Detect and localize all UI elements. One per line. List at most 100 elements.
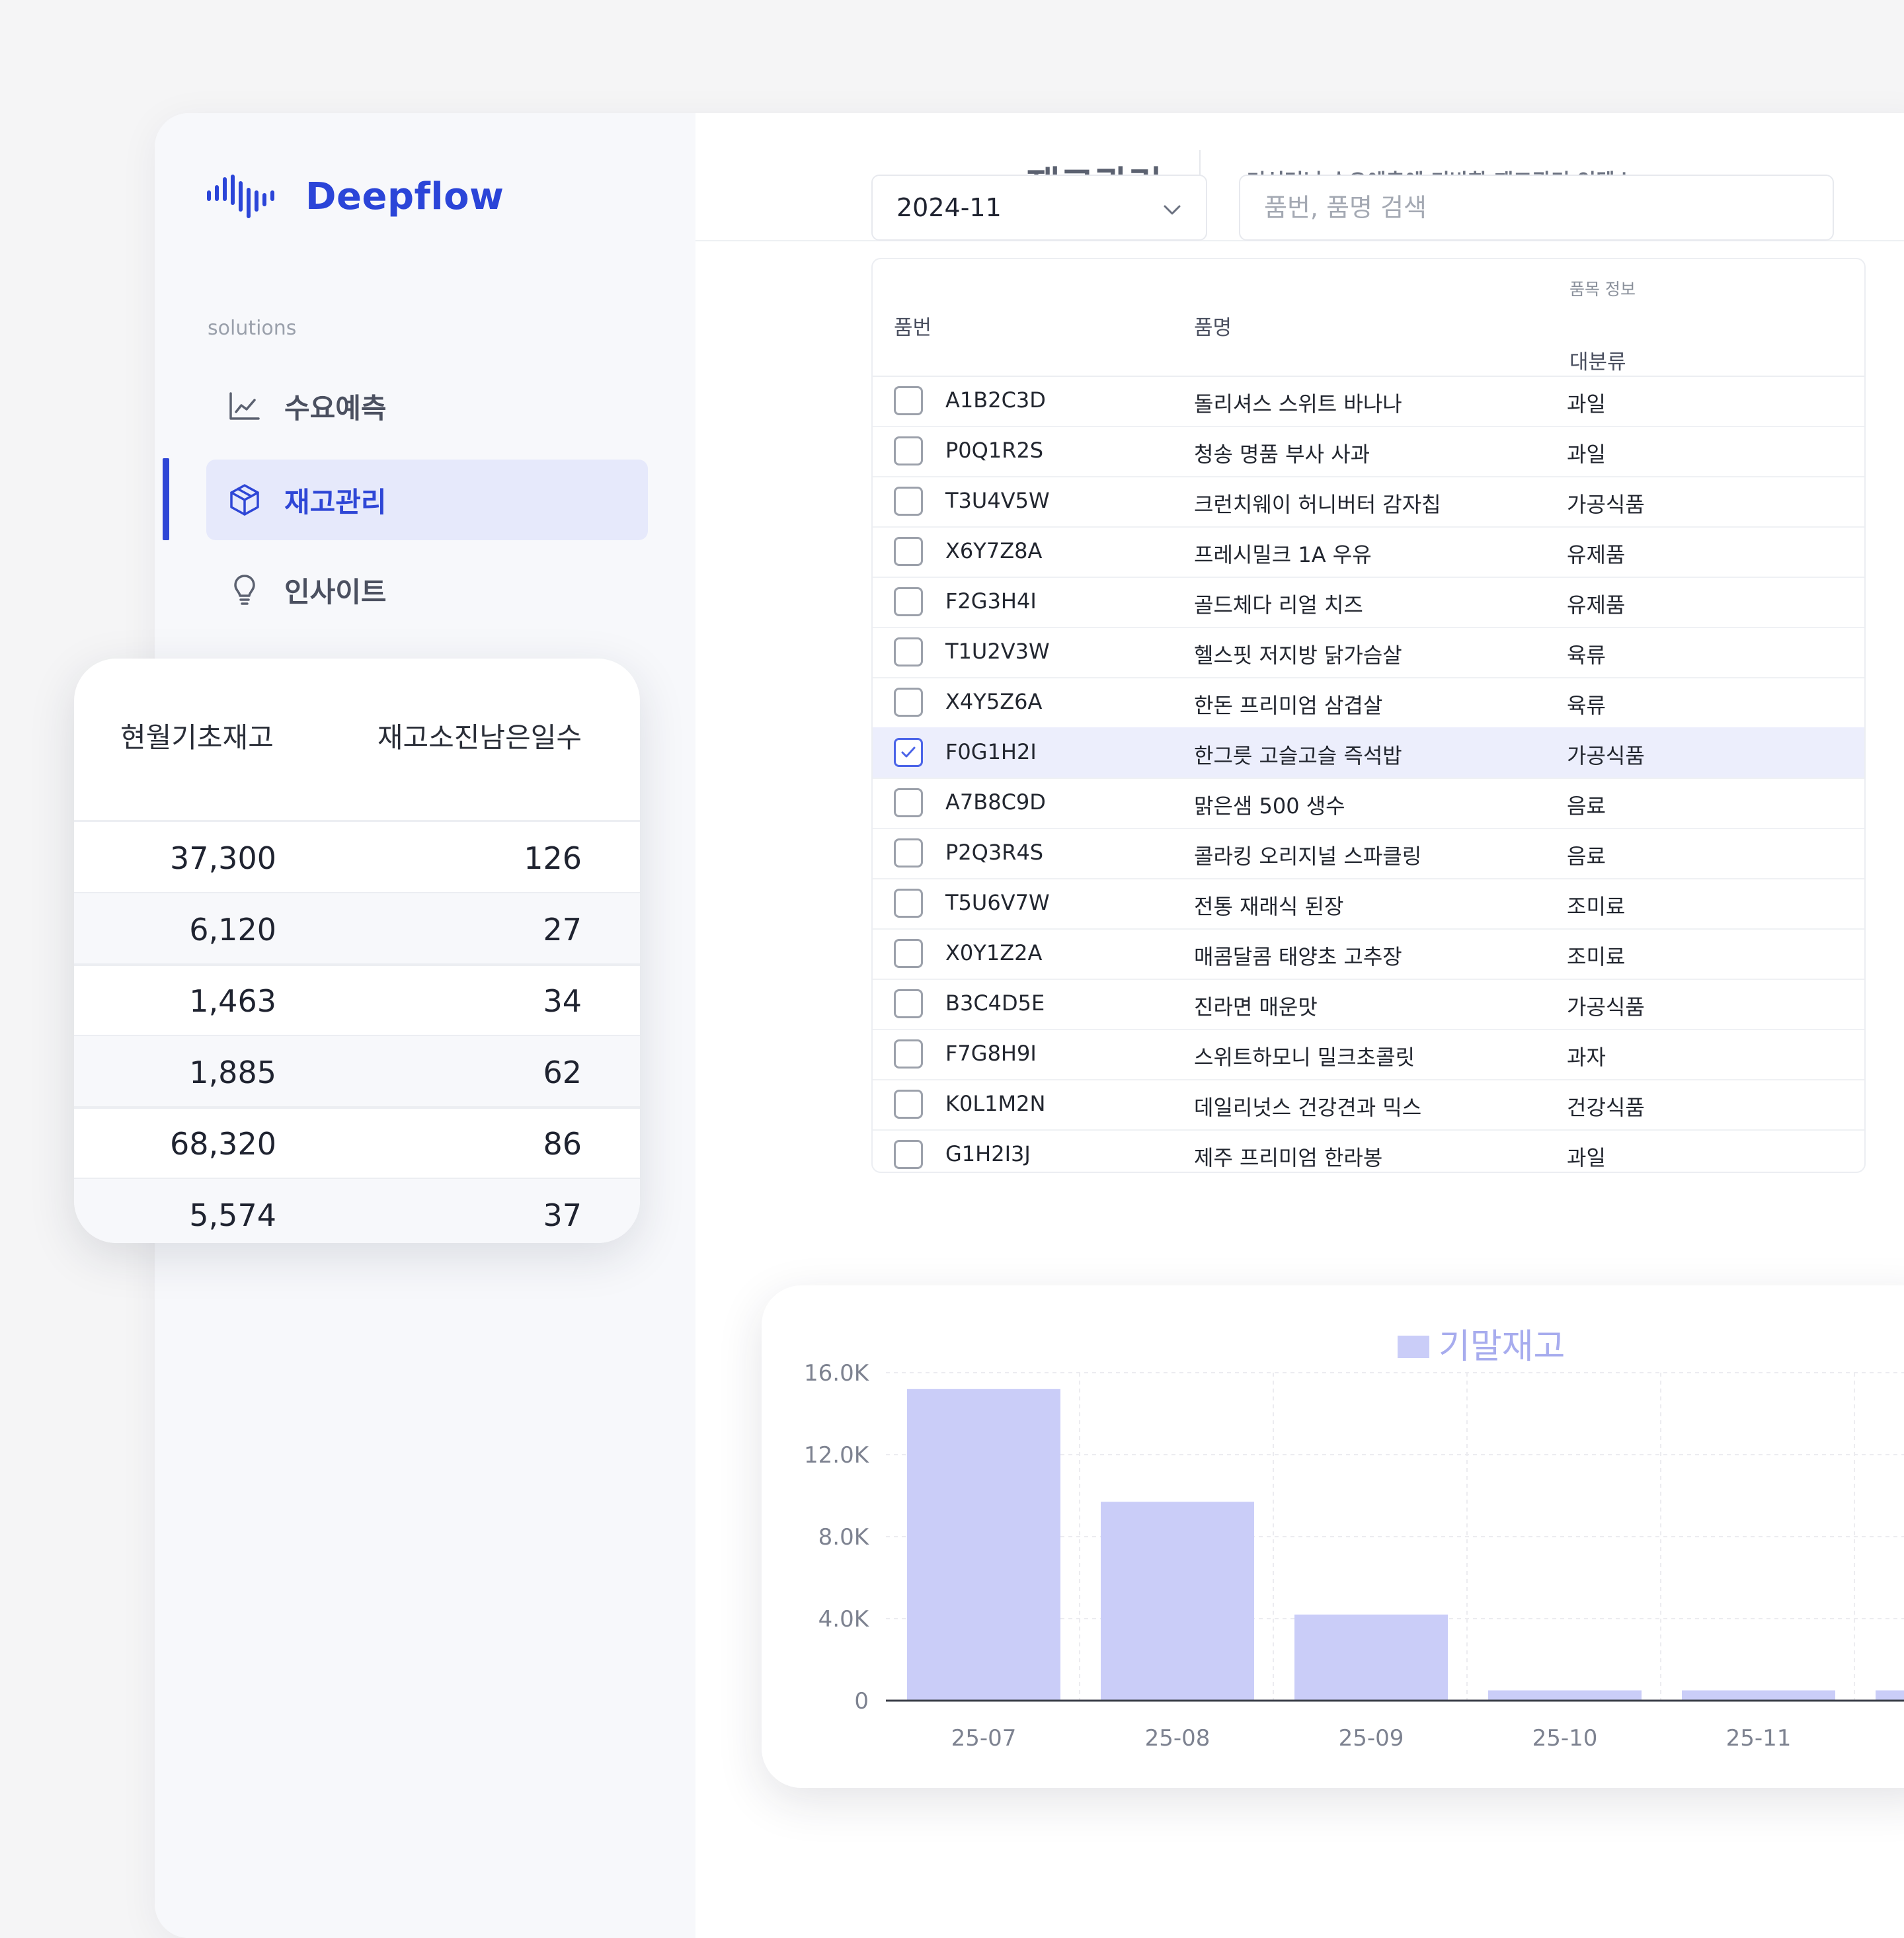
table-row[interactable]: T1U2V3W 헬스핏 저지방 닭가슴살 육류 [873,627,1864,678]
row-checkbox[interactable] [894,637,923,666]
cell-name: 프레시밀크 1A 우유 [1194,542,1372,567]
table-row[interactable]: G1H2I3J 제주 프리미엄 한라봉 과일 [873,1129,1864,1172]
days-left-value: 34 [543,983,582,1019]
cell-name: 전통 재래식 된장 [1194,894,1344,919]
cell-name: 골드체다 리얼 치즈 [1194,592,1363,618]
item-table: 품목 정보 품번 품명 대분류 A1B2C3D 돌리셔스 스위트 바나나 과일 P0Q… [871,258,1866,1173]
bar [1488,1690,1642,1701]
row-checkbox[interactable] [894,738,923,767]
cell-category: 육류 [1567,643,1606,668]
cell-name: 데일리넛스 건강견과 믹스 [1194,1095,1422,1120]
table-row[interactable]: B3C4D5E 진라면 매운맛 가공식품 [873,979,1864,1030]
days-left-value: 27 [543,912,582,948]
stock-row: 5,574 37 [74,1179,640,1243]
table-row[interactable]: F0G1H2I 한그릇 고슬고슬 즉석밥 가공식품 [873,727,1864,779]
cell-category: 음료 [1567,793,1606,819]
table-row[interactable]: T5U6V7W 전통 재래식 된장 조미료 [873,878,1864,930]
cell-category: 가공식품 [1567,492,1645,517]
cell-code: A1B2C3D [945,387,1046,413]
cell-category: 가공식품 [1567,743,1645,768]
table-row[interactable]: X0Y1Z2A 매콤달콤 태양초 고추장 조미료 [873,928,1864,980]
y-tick-label: 0 [854,1688,869,1715]
table-row[interactable]: T3U4V5W 크런치웨이 허니버터 감자칩 가공식품 [873,476,1864,528]
cell-name: 크런치웨이 허니버터 감자칩 [1194,492,1441,517]
sidebar-item-label: 인사이트 [284,575,387,608]
row-checkbox[interactable] [894,989,923,1018]
row-checkbox[interactable] [894,487,923,516]
column-header-code[interactable]: 품번 [894,311,932,341]
cell-code: K0L1M2N [945,1091,1046,1116]
logo[interactable]: Deepflow [206,170,504,223]
column-header-opening-stock: 현월기초재고 [120,721,274,754]
days-left-value: 86 [543,1126,582,1162]
table-header: 품목 정보 품번 품명 대분류 [873,259,1864,377]
bar [1101,1502,1254,1701]
table-row[interactable]: F7G8H9I 스위트하모니 밀크초콜릿 과자 [873,1029,1864,1080]
row-checkbox[interactable] [894,788,923,817]
table-row[interactable]: A1B2C3D 돌리셔스 스위트 바나나 과일 [873,376,1864,427]
cell-name: 제주 프리미엄 한라봉 [1194,1145,1383,1170]
sidebar-item-insight[interactable]: 인사이트 [206,549,648,630]
cell-code: T1U2V3W [945,639,1050,664]
y-tick-label: 16.0K [804,1360,870,1387]
row-checkbox[interactable] [894,537,923,566]
opening-stock-value: 68,320 [170,1126,276,1162]
cell-code: F2G3H4I [945,588,1037,614]
row-checkbox[interactable] [894,386,923,415]
x-tick-label: 25-08 [1145,1725,1210,1752]
cell-category: 유제품 [1567,542,1626,567]
active-indicator [163,458,169,540]
table-row[interactable]: X6Y7Z8A 프레시밀크 1A 우유 유제품 [873,526,1864,578]
bar [1876,1690,1904,1701]
table-row[interactable]: P2Q3R4S 콜라킹 오리지널 스파클링 음료 [873,828,1864,879]
column-header-category[interactable]: 대분류 [1569,345,1626,375]
cell-code: G1H2I3J [945,1141,1031,1166]
row-checkbox[interactable] [894,939,923,968]
period-select-value: 2024-11 [896,193,1002,222]
opening-stock-value: 1,885 [189,1055,276,1090]
cell-category: 조미료 [1567,894,1626,919]
row-checkbox[interactable] [894,889,923,918]
cell-category: 과일 [1567,442,1606,467]
ending-stock-chart: 0 4.0K 8.0K 12.0K 16.0K 25-07 25-08 25-09 25-10 2… [804,1327,1904,1752]
sidebar-item-inventory[interactable]: 재고관리 [206,460,648,540]
row-checkbox[interactable] [894,688,923,717]
table-row[interactable]: X4Y5Z6A 한돈 프리미엄 삼겹살 육류 [873,677,1864,729]
sidebar-item-demand-forecast[interactable]: 수요예측 [206,366,648,446]
table-row[interactable]: A7B8C9D 맑은샘 500 생수 음료 [873,778,1864,829]
cell-category: 육류 [1567,693,1606,718]
table-row[interactable]: F2G3H4I 골드체다 리얼 치즈 유제품 [873,577,1864,628]
row-checkbox[interactable] [894,1140,923,1169]
stock-row: 1,463 34 [74,965,640,1037]
cell-name: 한그릇 고슬고슬 즉석밥 [1194,743,1402,768]
cell-code: B3C4D5E [945,990,1045,1016]
table-row[interactable]: P0Q1R2S 청송 명품 부사 사과 과일 [873,426,1864,477]
cell-code: T3U4V5W [945,488,1050,513]
row-checkbox[interactable] [894,1090,923,1119]
column-header-name[interactable]: 품명 [1194,311,1232,341]
opening-stock-value: 1,463 [189,983,276,1019]
row-checkbox[interactable] [894,587,923,616]
legend-label: 기말재고 [1439,1327,1565,1367]
sidebar-item-label: 재고관리 [284,485,387,518]
cell-name: 진라면 매운맛 [1194,994,1318,1020]
period-select[interactable]: 2024-11 [871,175,1207,241]
cell-code: F7G8H9I [945,1041,1037,1066]
search-box[interactable] [1239,175,1834,241]
days-left-value: 126 [524,840,582,876]
stock-summary-card: 현월기초재고 재고소진남은일수 37,300 126 6,120 27 1,463 34 1… [74,659,640,1243]
column-group-item-info: 품목 정보 [1569,280,1636,299]
row-checkbox[interactable] [894,1039,923,1069]
search-input[interactable] [1263,192,1794,223]
cell-code: T5U6V7W [945,890,1050,915]
section-label: solutions [208,317,297,340]
cell-name: 헬스핏 저지방 닭가슴살 [1194,643,1402,668]
cell-name: 스위트하모니 밀크초콜릿 [1194,1045,1415,1070]
table-row[interactable]: K0L1M2N 데일리넛스 건강견과 믹스 건강식품 [873,1079,1864,1131]
cell-code: P2Q3R4S [945,840,1044,865]
row-checkbox[interactable] [894,838,923,868]
stock-row: 6,120 27 [74,893,640,966]
row-checkbox[interactable] [894,436,923,465]
stock-row: 37,300 126 [74,822,640,895]
cell-code: A7B8C9D [945,789,1046,815]
